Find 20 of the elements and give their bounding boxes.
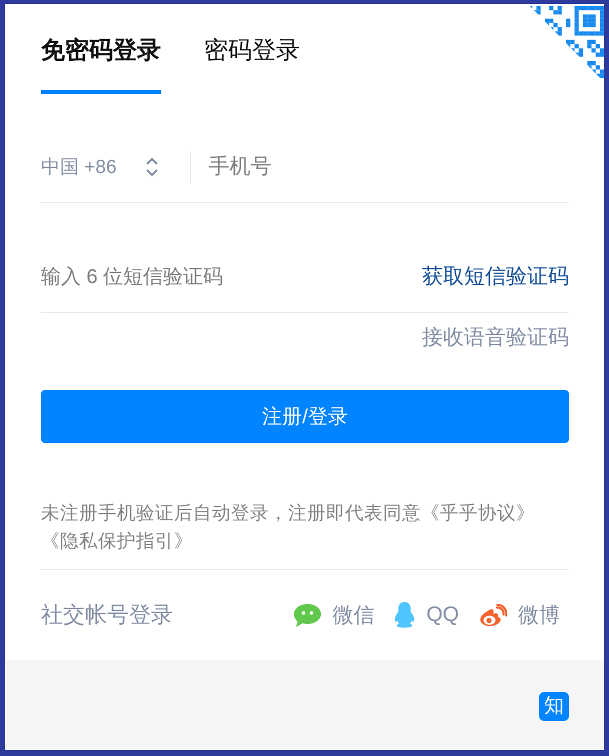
social-login-link[interactable]: 微博 (518, 601, 560, 629)
eye-icon[interactable] (479, 604, 507, 626)
chat-bubble-icon[interactable] (294, 604, 322, 626)
chevron-updown-icon (144, 157, 159, 177)
register-login-button[interactable]: 注册/登录 (41, 390, 569, 443)
penguin-icon[interactable] (394, 602, 416, 628)
voice-code-link[interactable]: 接收语音验证码 (422, 325, 569, 351)
social-login-link[interactable]: 微信 (332, 601, 374, 629)
social-login-label: 社交帐号登录 (41, 601, 173, 629)
login-tab[interactable]: 免密码登录 (41, 35, 161, 94)
login-tab[interactable]: 密码登录 (204, 35, 300, 94)
social-login-link[interactable]: QQ (426, 603, 459, 627)
sms-code-input[interactable]: 输入 6 位短信验证码 (41, 255, 422, 299)
phone-input[interactable]: 手机号 (208, 145, 569, 189)
agreement-link[interactable]: 《乎乎协议》 (421, 502, 535, 523)
terms-text: 未注册手机验证后自动登录，注册即代表同意《乎乎协议》 《隐私保护指引》 (41, 499, 569, 570)
country-code-select[interactable]: 中国 +86 (41, 147, 159, 187)
get-sms-code-link[interactable]: 获取短信验证码 (422, 264, 569, 290)
app-logo[interactable]: 知 (539, 692, 569, 721)
agreement-link[interactable]: 《隐私保护指引》 (41, 530, 193, 551)
